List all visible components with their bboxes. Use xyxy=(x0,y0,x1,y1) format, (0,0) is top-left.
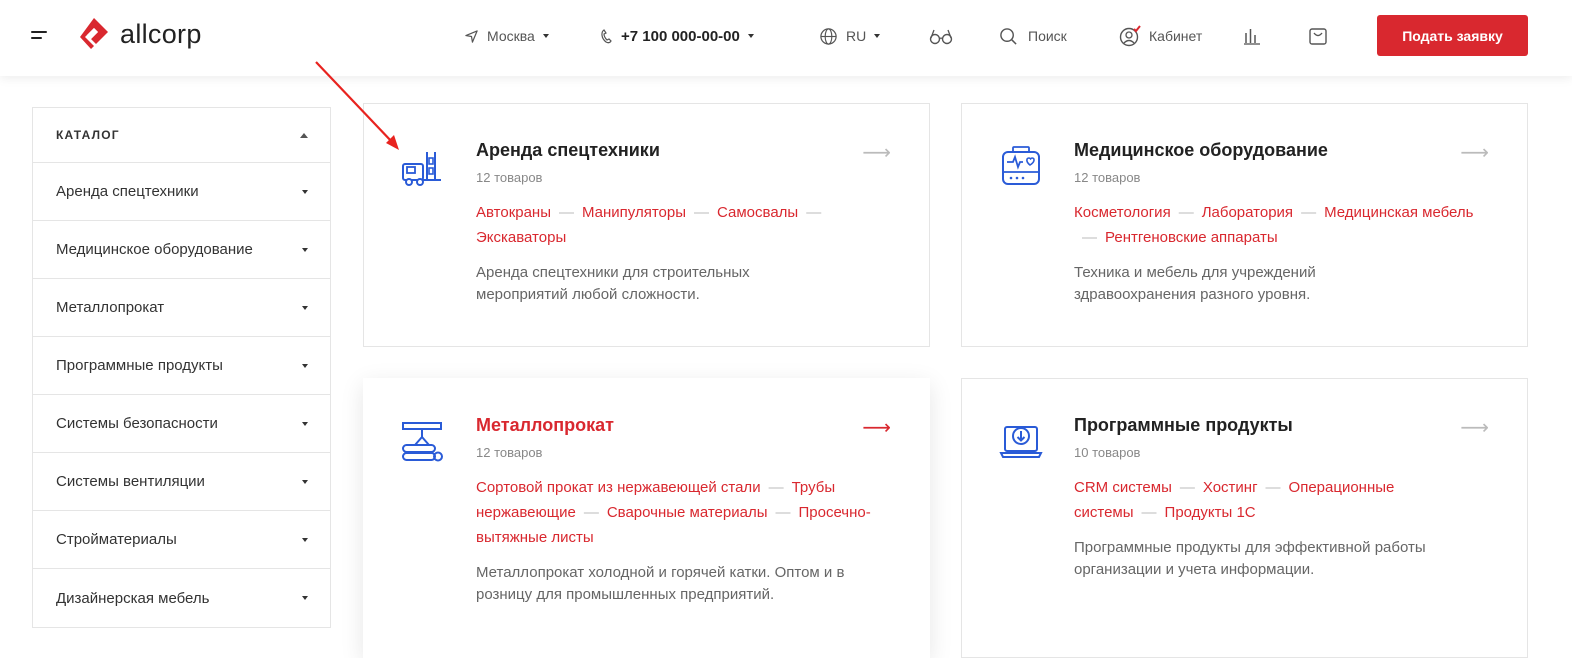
medical-device-icon xyxy=(1002,146,1040,185)
forklift-truck-icon xyxy=(402,152,441,186)
card-description: Программные продукты для эффективной раб… xyxy=(1074,539,1426,578)
subcategory-link[interactable]: CRM системы xyxy=(1074,479,1172,496)
category-card-equipment-rental[interactable]: Аренда спецтехники 12 товаров Автокраны —… xyxy=(363,103,930,347)
catalog-title: КАТАЛОГ xyxy=(56,128,120,142)
card-description: Аренда спецтехники для строительных меро… xyxy=(476,264,750,303)
subcategory-link[interactable]: Косметология xyxy=(1074,204,1171,221)
sidebar-item-metal-products[interactable]: Металлопрокат xyxy=(33,279,330,337)
chevron-down-icon xyxy=(302,421,308,426)
subcategory-link[interactable]: Лаборатория xyxy=(1202,204,1293,221)
allcorp-logo-icon xyxy=(80,18,108,49)
search-button[interactable]: Поиск xyxy=(999,0,1067,72)
city-label: Москва xyxy=(487,28,535,44)
sidebar-item-label: Стройматериалы xyxy=(56,531,177,548)
sidebar-item-label: Медицинское оборудование xyxy=(56,241,253,258)
category-card-medical-equipment[interactable]: Медицинское оборудование 12 товаров Косм… xyxy=(961,103,1528,347)
card-description: Металлопрокат холодной и горячей катки. … xyxy=(476,564,845,603)
subcategory-link[interactable]: Экскаваторы xyxy=(476,229,566,246)
subcategory-link[interactable]: Сварочные материалы xyxy=(607,504,768,521)
card-title[interactable]: Программные продукты xyxy=(1074,415,1293,436)
sidebar-item-security[interactable]: Системы безопасности xyxy=(33,395,330,453)
sidebar-item-building-materials[interactable]: Стройматериалы xyxy=(33,511,330,569)
sidebar-item-label: Дизайнерская мебель xyxy=(56,589,210,607)
chevron-down-icon xyxy=(542,34,549,38)
arrow-right-icon[interactable]: ⟶ xyxy=(1460,415,1489,440)
sidebar-item-medical-equipment[interactable]: Медицинское оборудование xyxy=(33,221,330,279)
sidebar-item-label: Аренда спецтехники xyxy=(56,183,199,200)
chevron-down-icon xyxy=(302,189,308,194)
globe-icon xyxy=(820,27,837,45)
card-subcategory-links: Косметология — Лаборатория — Медицинская меб… xyxy=(1074,204,1474,246)
site-header: allcorp Москва +7 100 000-00-00 RU Поиск… xyxy=(0,0,1572,76)
card-product-count: 12 товаров xyxy=(476,445,543,460)
accessibility-button[interactable] xyxy=(929,0,953,72)
subcategory-link[interactable]: Автокраны xyxy=(476,204,551,221)
subcategory-link[interactable]: Рентгеновские аппараты xyxy=(1105,229,1278,246)
card-product-count: 10 товаров xyxy=(1074,445,1141,460)
logo[interactable]: allcorp xyxy=(78,16,202,52)
metal-pipes-icon xyxy=(402,422,443,462)
card-title[interactable]: Аренда спецтехники xyxy=(476,140,660,161)
chevron-down-icon xyxy=(302,479,308,484)
category-card-metal-products[interactable]: Металлопрокат 12 товаров Сортовой прокат… xyxy=(363,378,930,658)
card-subcategory-links: Сортовой прокат из нержавеющей стали — Тру… xyxy=(476,479,871,546)
sidebar-item-designer-furniture[interactable]: Дизайнерская мебель xyxy=(33,569,330,627)
sidebar-item-software[interactable]: Программные продукты xyxy=(33,337,330,395)
sidebar-item-label: Программные продукты xyxy=(56,357,223,374)
chevron-down-icon xyxy=(874,34,881,38)
cart-button[interactable] xyxy=(1308,0,1328,72)
menu-burger-icon[interactable] xyxy=(31,31,49,41)
sidebar-item-equipment-rental[interactable]: Аренда спецтехники xyxy=(33,163,330,221)
chevron-down-icon xyxy=(302,247,308,252)
chevron-down-icon xyxy=(302,596,308,600)
card-title[interactable]: Металлопрокат xyxy=(476,415,614,436)
subcategory-link[interactable]: Манипуляторы xyxy=(582,204,686,221)
city-selector[interactable]: Москва xyxy=(464,0,549,72)
language-selector[interactable]: RU xyxy=(819,0,881,72)
subcategory-link[interactable]: Продукты 1С xyxy=(1165,504,1256,521)
search-label: Поиск xyxy=(1028,28,1067,44)
laptop-download-icon xyxy=(999,426,1043,458)
chevron-down-icon xyxy=(747,34,754,38)
compare-button[interactable] xyxy=(1244,0,1261,72)
chevron-down-icon xyxy=(302,363,308,368)
subcategory-link[interactable]: Самосвалы xyxy=(717,204,798,221)
arrow-right-icon[interactable]: ⟶ xyxy=(862,140,891,165)
cabinet-label: Кабинет xyxy=(1149,28,1203,44)
card-product-count: 12 товаров xyxy=(476,170,543,185)
chevron-down-icon xyxy=(302,537,308,542)
catalog-sidebar: КАТАЛОГ Аренда спецтехники Медицинское о… xyxy=(32,107,331,628)
logo-text: allcorp xyxy=(120,18,202,49)
catalog-header[interactable]: КАТАЛОГ xyxy=(33,108,330,163)
subcategory-link[interactable]: Сортовой прокат из нержавеющей стали xyxy=(476,479,761,496)
user-account-icon xyxy=(1119,25,1141,47)
card-title[interactable]: Медицинское оборудование xyxy=(1074,140,1328,161)
language-label: RU xyxy=(846,28,867,44)
card-description: Техника и мебель для учреждений здравоох… xyxy=(1074,264,1316,303)
category-card-software[interactable]: Программные продукты 10 товаров CRM сист… xyxy=(961,378,1528,658)
card-product-count: 12 товаров xyxy=(1074,170,1141,185)
chevron-up-icon xyxy=(300,132,308,138)
arrow-right-icon[interactable]: ⟶ xyxy=(862,415,891,440)
cabinet-link[interactable]: Кабинет xyxy=(1119,0,1202,72)
search-icon xyxy=(1000,27,1017,45)
card-subcategory-links: CRM системы — Хостинг — Операционные системы… xyxy=(1074,479,1395,521)
phone-number: +7 100 000-00-00 xyxy=(621,27,740,45)
arrow-right-icon[interactable]: ⟶ xyxy=(1460,140,1489,165)
submit-request-button[interactable]: Подать заявку xyxy=(1377,15,1528,56)
sidebar-item-label: Металлопрокат xyxy=(56,299,165,316)
shopping-bag-icon xyxy=(1309,28,1327,45)
phone-icon xyxy=(601,28,612,43)
chevron-down-icon xyxy=(302,305,308,310)
subcategory-link[interactable]: Хостинг xyxy=(1203,479,1258,496)
glasses-icon xyxy=(929,29,953,45)
bar-chart-icon xyxy=(1244,29,1260,45)
card-subcategory-links: Автокраны — Манипуляторы — Самосвалы — Экскава… xyxy=(476,204,822,246)
phone-selector[interactable]: +7 100 000-00-00 xyxy=(600,0,754,72)
sidebar-item-ventilation[interactable]: Системы вентиляции xyxy=(33,453,330,511)
sidebar-item-label: Системы вентиляции xyxy=(56,473,205,490)
location-arrow-icon xyxy=(465,29,478,43)
sidebar-item-label: Системы безопасности xyxy=(56,415,218,432)
subcategory-link[interactable]: Медицинская мебель xyxy=(1324,204,1473,221)
